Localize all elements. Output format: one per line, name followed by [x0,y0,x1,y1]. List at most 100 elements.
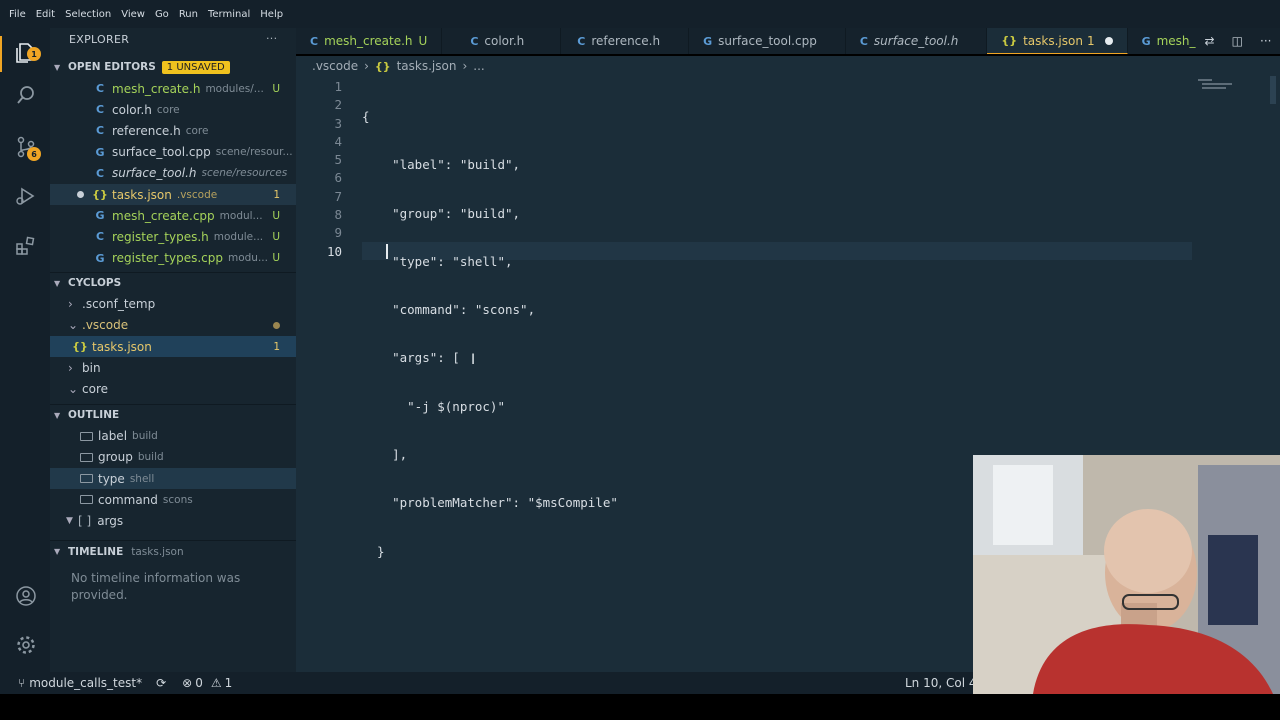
code-line[interactable]: { [362,108,618,126]
chevron-right-icon: › [68,360,73,375]
explorer-badge: 1 [27,47,41,61]
account-icon[interactable] [13,583,39,609]
vertical-scrollbar[interactable] [1270,76,1276,104]
scm-badge: 6 [27,147,41,161]
open-editor-item[interactable]: Gmesh_create.cpp modul... U [92,205,296,226]
code-line[interactable]: "label": "build", [362,156,618,174]
search-icon[interactable] [13,82,39,108]
chevron-down-icon: ▼ [54,278,61,288]
timeline-header[interactable]: ▼ TIMELINE tasks.json [50,540,296,562]
open-editors-header[interactable]: ▼ OPEN EDITORS 1 UNSAVED [50,56,296,78]
more-actions-icon[interactable]: ··· [266,32,277,45]
menu-terminal[interactable]: Terminal [203,9,255,20]
menu-view[interactable]: View [116,9,150,20]
open-editor-item[interactable]: Gsurface_tool.cpp scene/resour... [92,142,296,163]
warning-count[interactable]: 1 [225,676,233,690]
cursor-position[interactable]: Ln 10, Col 4 [905,676,977,690]
c-file-icon: C [310,34,319,48]
dirty-dot-icon[interactable] [77,191,84,199]
string-symbol-icon [80,474,93,484]
string-symbol-icon [80,431,93,441]
breadcrumb-symbol[interactable]: ... [473,59,484,73]
json-file-icon: {} [92,188,108,202]
breadcrumb: .vscode › {} tasks.json › ... [296,56,1280,76]
json-file-icon: {} [72,340,88,354]
settings-gear-icon[interactable] [13,632,39,658]
json-file-icon: {} [1001,34,1018,47]
code-line[interactable]: "-j $(nproc)" [362,398,618,416]
open-editor-item[interactable]: Ccolor.h core [92,99,296,120]
open-editor-item[interactable]: {} tasks.json .vscode 1 [50,183,296,206]
cpp-file-icon: G [703,34,713,48]
c-file-icon: C [859,34,868,48]
activity-bar: 1 6 [0,28,50,672]
c-file-icon: C [470,34,479,48]
open-editor-item[interactable]: Cregister_types.h module... U [92,226,296,247]
chevron-right-icon: › [68,297,73,312]
project-header[interactable]: ▼ CYCLOPS [50,271,296,294]
open-editor-item[interactable]: Cmesh_create.h modules/... U [92,78,296,99]
code-line[interactable]: "problemMatcher": "$msCompile" [362,494,618,512]
menu-help[interactable]: Help [255,9,288,20]
code-line[interactable]: ], [362,446,618,464]
menu-run[interactable]: Run [174,9,203,20]
menu-go[interactable]: Go [150,9,174,20]
tab-color-h[interactable]: Ccolor.h [442,28,562,54]
tab-mesh-create-h[interactable]: Cmesh_create.h U [296,28,443,54]
folder-item[interactable]: ⌄ core [50,378,296,399]
breadcrumb-folder[interactable]: .vscode [312,59,358,73]
outline-item[interactable]: command scons [50,489,296,510]
compare-icon[interactable]: ⇄ [1205,34,1215,48]
branch-name[interactable]: module_calls_test* [29,676,142,690]
chevron-right-icon: › [462,59,468,73]
run-debug-icon[interactable] [13,183,39,209]
menu-file[interactable]: File [4,9,31,20]
more-actions-icon[interactable]: ··· [1260,34,1271,48]
tab-tasks-json[interactable]: {} tasks.json 1 [987,28,1128,54]
code-line[interactable]: "group": "build", [362,205,618,223]
open-editor-item[interactable]: Csurface_tool.h scene/resources [92,163,296,184]
cpp-file-icon: G [95,209,105,223]
folder-item[interactable]: › bin [50,357,296,378]
c-file-icon: C [95,124,105,138]
webcam-person-image [973,455,1280,694]
code-line[interactable]: "args": [ [362,349,618,367]
error-count[interactable]: 0 [195,676,203,690]
outline-item[interactable]: label build [50,426,296,447]
menu-edit[interactable]: Edit [31,9,60,20]
chevron-down-icon: ▼ [54,62,61,72]
sync-icon[interactable]: ⟳ [156,676,166,690]
minimap[interactable] [1198,78,1274,92]
open-editor-item[interactable]: Gregister_types.cpp modu... U [92,248,296,269]
code-line[interactable]: } [362,543,618,561]
tab-reference-h[interactable]: Creference.h [561,28,690,54]
outline-item[interactable]: group build [50,447,296,468]
tab-surface-tool-h[interactable]: Csurface_tool.h [846,28,988,54]
folder-item[interactable]: › .sconf_temp [50,294,296,315]
c-file-icon: C [95,230,105,244]
outline-item[interactable]: ▼[ ] args [50,510,296,531]
project-tree: › .sconf_temp ⌄ .vscode {} tasks.json 1 › bin… [50,294,296,400]
code-line[interactable]: "type": "shell", [362,253,618,271]
code-content[interactable]: { "label": "build", "group": "build", "t… [362,78,618,591]
editor-tabs: Cmesh_create.h U Ccolor.h Creference.h Gs… [296,28,1280,54]
outline-item[interactable]: type shell [50,468,296,490]
open-editor-item[interactable]: Creference.h core [92,120,296,141]
explorer-title: EXPLORER ··· [69,32,278,46]
chevron-down-icon: ⌄ [68,318,79,333]
split-editor-icon[interactable]: ◫ [1232,34,1243,48]
string-symbol-icon [80,495,93,505]
chevron-down-icon: ▼ [54,410,61,420]
menu-selection[interactable]: Selection [60,9,116,20]
code-line[interactable]: "command": "scons", [362,301,618,319]
cpp-file-icon: G [95,251,105,265]
c-file-icon: C [95,103,105,117]
breadcrumb-file[interactable]: tasks.json [397,59,457,73]
file-item-tasks-json[interactable]: {} tasks.json 1 [50,336,296,358]
outline-header[interactable]: ▼ OUTLINE [50,403,296,426]
folder-item[interactable]: ⌄ .vscode [50,315,296,336]
cpp-file-icon: G [1141,34,1151,48]
tab-surface-tool-cpp[interactable]: Gsurface_tool.cpp [689,28,846,54]
unsaved-dot-icon[interactable] [1104,36,1113,45]
extensions-icon[interactable] [13,233,39,259]
